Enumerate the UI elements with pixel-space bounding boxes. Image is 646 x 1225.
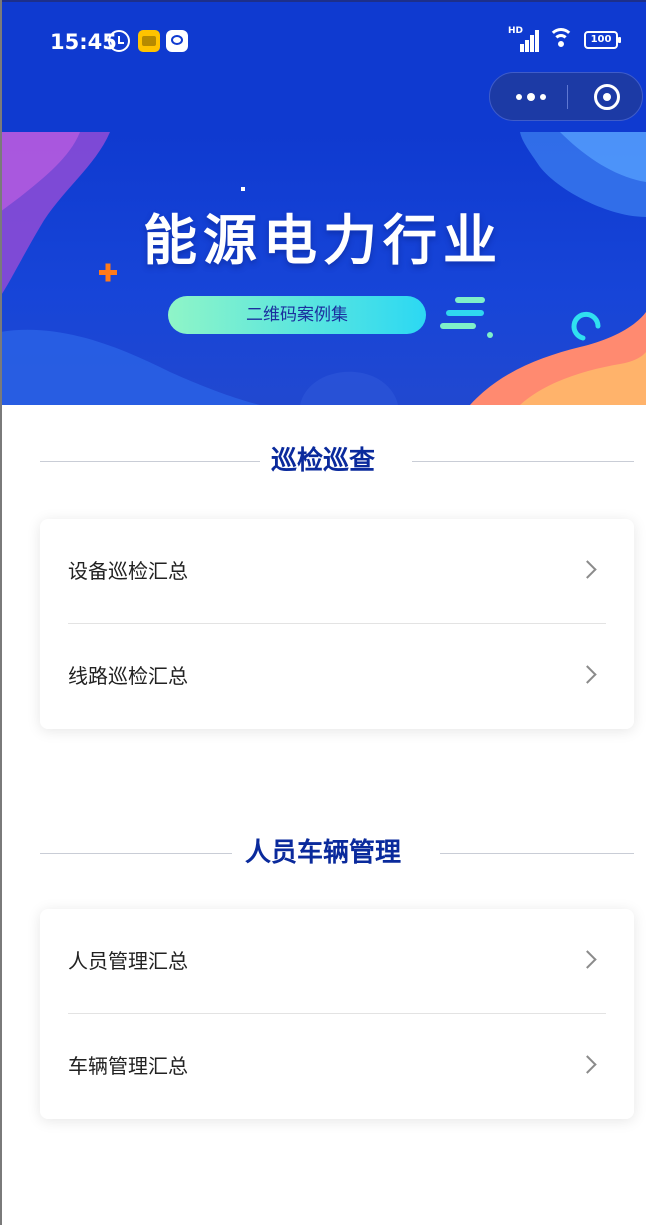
list-item-vehicle[interactable]: 车辆管理汇总 xyxy=(40,1014,634,1118)
inspection-card: 设备巡检汇总 线路巡检汇总 xyxy=(40,519,634,729)
chat-app-icon xyxy=(166,30,188,52)
more-icon xyxy=(516,94,522,100)
chevron-right-icon xyxy=(578,665,597,684)
wifi-icon xyxy=(548,28,574,50)
hero-banner: 能源电力行业 二维码案例集 xyxy=(0,132,646,405)
signal-icon: HD xyxy=(508,26,540,52)
heading-line-right xyxy=(412,461,634,462)
top-bar: 15:45 HD 100 xyxy=(0,0,646,132)
chevron-right-icon xyxy=(578,560,597,579)
status-time: 15:45 xyxy=(50,30,117,54)
list-item-line-inspection[interactable]: 线路巡检汇总 xyxy=(40,624,634,728)
list-item-label: 线路巡检汇总 xyxy=(68,664,188,688)
list-item-label: 车辆管理汇总 xyxy=(68,1054,188,1078)
window-left-border xyxy=(0,0,2,1225)
list-item-label: 设备巡检汇总 xyxy=(68,559,188,583)
capsule-divider xyxy=(567,85,568,109)
meituan-app-icon xyxy=(138,30,160,52)
list-item-label: 人员管理汇总 xyxy=(68,949,188,973)
banner-title: 能源电力行业 xyxy=(143,209,503,272)
heading-line-right xyxy=(440,853,634,854)
more-button[interactable] xyxy=(508,73,563,120)
personnel-vehicle-card: 人员管理汇总 车辆管理汇总 xyxy=(40,909,634,1119)
close-miniprogram-button[interactable] xyxy=(594,84,620,110)
chevron-right-icon xyxy=(578,950,597,969)
section-heading-personnel: 人员车辆管理 xyxy=(0,833,646,873)
network-label: HD xyxy=(508,26,524,36)
list-item-personnel[interactable]: 人员管理汇总 xyxy=(40,909,634,1013)
battery-icon: 100 xyxy=(584,31,621,49)
window-top-border xyxy=(0,0,646,2)
banner-subtitle: 二维码案例集 xyxy=(168,296,426,334)
chevron-right-icon xyxy=(578,1055,597,1074)
list-item-equipment-inspection[interactable]: 设备巡检汇总 xyxy=(40,519,634,623)
miniprogram-capsule xyxy=(489,72,643,121)
alarm-icon xyxy=(108,30,130,52)
section-heading-inspection: 巡检巡查 xyxy=(0,441,646,481)
